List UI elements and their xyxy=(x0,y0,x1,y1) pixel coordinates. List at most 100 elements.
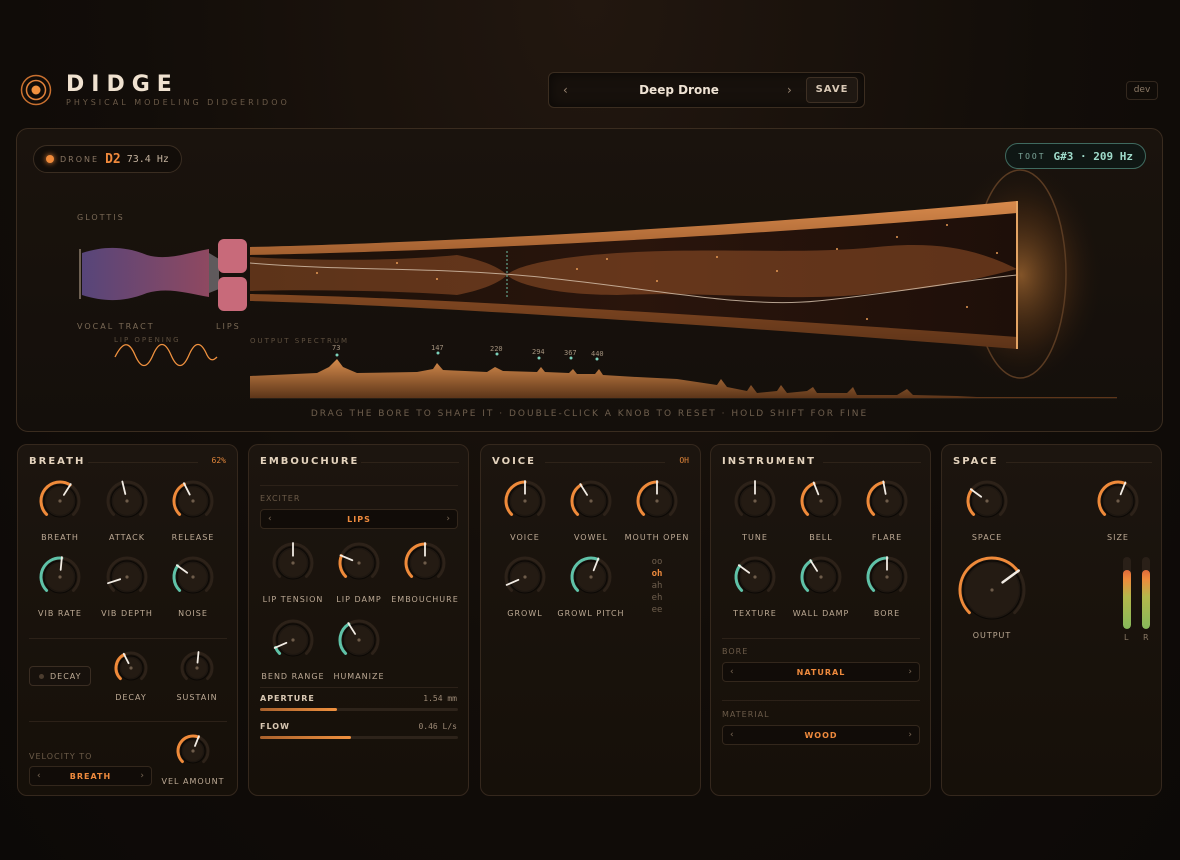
bell-knob[interactable] xyxy=(799,479,843,523)
bore-knob-label: BORE xyxy=(873,609,901,618)
meter-right-label: R xyxy=(1143,633,1150,642)
lip-damp-knob[interactable] xyxy=(337,541,381,585)
output-knob[interactable] xyxy=(957,555,1027,625)
voice-knob[interactable] xyxy=(503,479,547,523)
vel-amount-knob[interactable] xyxy=(175,733,211,769)
preset-selector: ‹ Deep Drone › SAVE xyxy=(548,72,865,108)
flow-label: FLOW xyxy=(260,722,290,731)
flow-value: 0.46 L/s xyxy=(418,722,457,731)
aperture-value: 1.54 mm xyxy=(423,694,457,703)
decay-toggle-button[interactable]: DECAY xyxy=(29,666,91,686)
tune-knob[interactable] xyxy=(733,479,777,523)
aperture-slider[interactable] xyxy=(260,708,458,711)
spectrum-peak-label: 147 xyxy=(431,344,444,352)
space-knob[interactable] xyxy=(965,479,1009,523)
section-divider xyxy=(260,687,458,688)
meter-right xyxy=(1142,557,1150,629)
app-subtitle: PHYSICAL MODELING DIDGERIDOO xyxy=(66,98,290,107)
attack-knob[interactable] xyxy=(105,479,149,523)
space-title: SPACE xyxy=(953,456,999,467)
decay-toggle-dot-icon xyxy=(39,674,44,679)
save-button[interactable]: SAVE xyxy=(806,77,858,103)
drone-indicator: DRONE D2 73.4 Hz xyxy=(33,145,182,173)
exciter-value: LIPS xyxy=(347,515,371,524)
bore-select[interactable]: ‹ NATURAL › xyxy=(722,662,920,682)
texture-knob[interactable] xyxy=(733,555,777,599)
chevron-right-icon[interactable]: › xyxy=(908,667,912,677)
drone-note: D2 xyxy=(105,151,121,167)
flow-slider[interactable] xyxy=(260,736,458,739)
drone-label: DRONE xyxy=(60,154,100,164)
vowel-option-oo[interactable]: oo xyxy=(647,557,667,567)
space-panel: SPACE SPACE SIZE OUTPUT L R xyxy=(941,444,1162,796)
section-divider xyxy=(29,721,227,722)
embouchure-knob[interactable] xyxy=(403,541,447,585)
vib-rate-knob[interactable] xyxy=(38,555,82,599)
spectrum-peak-label: 220 xyxy=(490,345,503,353)
vowel-option-ah[interactable]: ah xyxy=(647,581,667,591)
chevron-right-icon[interactable]: › xyxy=(446,514,450,524)
spectrum-peak-label: 294 xyxy=(532,348,545,356)
mouth-open-knob[interactable] xyxy=(635,479,679,523)
bore-knob[interactable] xyxy=(865,555,909,599)
decay-knob[interactable] xyxy=(113,650,149,686)
flow-slider-fill xyxy=(260,736,352,739)
material-select-value: WOOD xyxy=(804,731,838,740)
humanize-knob[interactable] xyxy=(337,618,381,662)
preset-prev-button[interactable]: ‹ xyxy=(563,83,568,97)
spectrum-peak-label: 367 xyxy=(564,349,577,357)
vowel-knob[interactable] xyxy=(569,479,613,523)
noise-knob[interactable] xyxy=(171,555,215,599)
preset-name[interactable]: Deep Drone xyxy=(589,83,769,97)
breath-knob[interactable] xyxy=(38,479,82,523)
sustain-knob[interactable] xyxy=(179,650,215,686)
lip-opening-label: LIP OPENING xyxy=(114,336,181,344)
chevron-left-icon[interactable]: ‹ xyxy=(730,667,734,677)
chevron-left-icon[interactable]: ‹ xyxy=(268,514,272,524)
dev-button[interactable]: dev xyxy=(1126,81,1158,100)
drone-dot-icon xyxy=(46,155,54,163)
glottis-label: GLOTTIS xyxy=(77,213,125,222)
embouchure-title: EMBOUCHURE xyxy=(260,456,360,467)
bend-range-knob[interactable] xyxy=(271,618,315,662)
release-knob-label: RELEASE xyxy=(171,533,215,542)
chevron-left-icon[interactable]: ‹ xyxy=(730,730,734,740)
velocity-target-select[interactable]: ‹ BREATH › xyxy=(29,766,152,786)
instrument-panel: INSTRUMENT TUNE BELL FLARE TEXTURE WALL … xyxy=(710,444,931,796)
preset-next-button[interactable]: › xyxy=(787,83,792,97)
toot-label: TOOT xyxy=(1018,151,1046,161)
spectrum-peak-label: 73 xyxy=(332,344,341,352)
vib-depth-knob[interactable] xyxy=(105,555,149,599)
growl-pitch-knob[interactable] xyxy=(569,555,613,599)
growl-knob[interactable] xyxy=(503,555,547,599)
meter-right-fill xyxy=(1142,569,1150,629)
voice-title: VOICE xyxy=(492,456,536,467)
size-knob[interactable] xyxy=(1096,479,1140,523)
velocity-to-label: VELOCITY TO xyxy=(29,752,93,761)
embouchure-panel: EMBOUCHURE EXCITER ‹ LIPS › LIP TENSION … xyxy=(248,444,469,796)
vowel-option-ee[interactable]: ee xyxy=(647,605,667,615)
voice-title-divider xyxy=(545,462,665,463)
growl-pitch-knob-label: GROWL PITCH xyxy=(557,609,625,618)
bore-visualizer-canvas xyxy=(79,165,1117,399)
material-select-label: MATERIAL xyxy=(722,710,770,719)
app-title: DIDGE xyxy=(66,72,179,97)
meter-left xyxy=(1123,557,1131,629)
vowel-option-eh[interactable]: eh xyxy=(647,593,667,603)
release-knob[interactable] xyxy=(171,479,215,523)
instrument-title: INSTRUMENT xyxy=(722,456,816,467)
chevron-right-icon[interactable]: › xyxy=(908,730,912,740)
breath-title: BREATH xyxy=(29,456,86,467)
breath-value: 62% xyxy=(211,456,226,465)
meter-left-fill xyxy=(1123,569,1131,629)
exciter-select[interactable]: ‹ LIPS › xyxy=(260,509,458,529)
vocal-tract-label: VOCAL TRACT xyxy=(77,322,155,331)
flare-knob[interactable] xyxy=(865,479,909,523)
chevron-left-icon[interactable]: ‹ xyxy=(37,771,41,781)
wall-damp-knob[interactable] xyxy=(799,555,843,599)
breath-title-divider xyxy=(88,462,198,463)
lip-tension-knob[interactable] xyxy=(271,541,315,585)
vowel-option-oh[interactable]: oh xyxy=(647,569,667,579)
material-select[interactable]: ‹ WOOD › xyxy=(722,725,920,745)
section-divider xyxy=(722,638,920,639)
